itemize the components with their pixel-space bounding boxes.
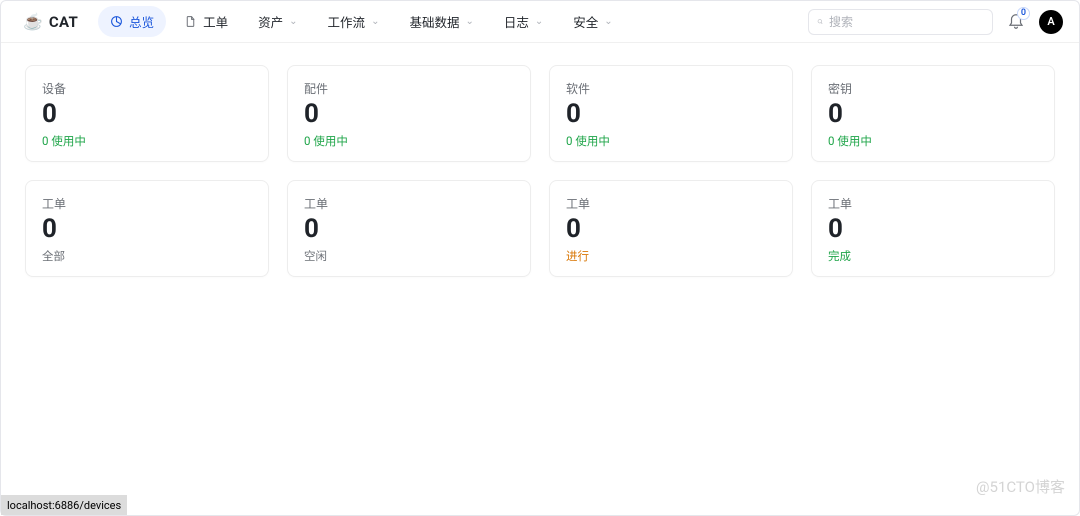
stat-card[interactable]: 密钥 0 0 使用中 <box>811 65 1055 162</box>
card-subtext: 0 使用中 <box>828 133 1038 149</box>
coffee-icon: ☕ <box>23 12 43 31</box>
nav-item-label: 安全 <box>573 12 598 31</box>
card-subtext: 0 使用中 <box>42 133 252 149</box>
notifications-button[interactable]: 0 <box>1007 11 1025 33</box>
nav-item-2[interactable]: 资产 ⌄ <box>246 6 309 37</box>
watermark: @51CTO博客 <box>976 476 1065 497</box>
chevron-down-icon: ⌄ <box>371 16 379 27</box>
card-subtext: 0 使用中 <box>566 133 776 149</box>
card-value: 0 <box>304 214 514 244</box>
card-value: 0 <box>828 99 1038 129</box>
nav-item-label: 基础数据 <box>409 12 459 31</box>
notifications-count: 0 <box>1017 7 1030 20</box>
nav-item-4[interactable]: 基础数据 ⌄ <box>397 6 485 37</box>
chevron-down-icon: ⌄ <box>465 16 473 27</box>
card-subtext: 进行 <box>566 248 776 264</box>
stat-card[interactable]: 工单 0 空闲 <box>287 180 531 277</box>
stat-card[interactable]: 工单 0 进行 <box>549 180 793 277</box>
card-subtext: 空闲 <box>304 248 514 264</box>
header-right: 0 A <box>808 9 1063 35</box>
card-title: 工单 <box>42 195 252 212</box>
logo-text: CAT <box>49 13 78 31</box>
stat-card[interactable]: 设备 0 0 使用中 <box>25 65 269 162</box>
card-subtext: 0 使用中 <box>304 133 514 149</box>
card-title: 工单 <box>304 195 514 212</box>
card-value: 0 <box>304 99 514 129</box>
search-input[interactable] <box>829 15 984 29</box>
nav-item-6[interactable]: 安全 ⌄ <box>561 6 624 37</box>
nav-item-label: 工作流 <box>328 12 366 31</box>
nav-item-1[interactable]: 工单 <box>172 6 240 37</box>
stat-card[interactable]: 工单 0 全部 <box>25 180 269 277</box>
card-title: 密钥 <box>828 80 1038 97</box>
card-subtext: 完成 <box>828 248 1038 264</box>
stat-card[interactable]: 配件 0 0 使用中 <box>287 65 531 162</box>
card-title: 工单 <box>566 195 776 212</box>
chevron-down-icon: ⌄ <box>604 16 612 27</box>
chevron-down-icon: ⌄ <box>535 16 543 27</box>
chevron-down-icon: ⌄ <box>289 16 297 27</box>
card-value: 0 <box>42 99 252 129</box>
card-title: 设备 <box>42 80 252 97</box>
nav-item-0[interactable]: 总览 <box>98 6 166 37</box>
pie-icon <box>110 15 123 28</box>
search-box[interactable] <box>808 9 993 35</box>
card-value: 0 <box>566 214 776 244</box>
logo[interactable]: ☕ CAT <box>23 12 78 31</box>
stat-card[interactable]: 工单 0 完成 <box>811 180 1055 277</box>
main-nav: 总览 工单 资产 ⌄ 工作流 ⌄ 基础数据 ⌄ 日志 ⌄ 安全 ⌄ <box>98 6 625 37</box>
nav-item-5[interactable]: 日志 ⌄ <box>492 6 555 37</box>
card-value: 0 <box>42 214 252 244</box>
card-value: 0 <box>566 99 776 129</box>
card-title: 软件 <box>566 80 776 97</box>
nav-item-label: 资产 <box>258 12 283 31</box>
search-icon <box>817 15 823 28</box>
nav-item-label: 总览 <box>129 12 154 31</box>
nav-item-3[interactable]: 工作流 ⌄ <box>316 6 392 37</box>
file-icon <box>184 15 197 28</box>
card-subtext: 全部 <box>42 248 252 264</box>
nav-item-label: 日志 <box>504 12 529 31</box>
header: ☕ CAT 总览 工单 资产 ⌄ 工作流 ⌄ 基础数据 ⌄ 日志 ⌄ 安全 ⌄ 0 A <box>1 1 1079 43</box>
stat-card[interactable]: 软件 0 0 使用中 <box>549 65 793 162</box>
status-bar: localhost:6886/devices <box>1 495 127 515</box>
status-url: localhost:6886/devices <box>7 499 121 512</box>
card-title: 配件 <box>304 80 514 97</box>
card-value: 0 <box>828 214 1038 244</box>
avatar[interactable]: A <box>1039 10 1063 34</box>
dashboard-cards: 设备 0 0 使用中 配件 0 0 使用中 软件 0 0 使用中 密钥 0 0 使用中工单 0 全部 工单 0… <box>1 43 1079 299</box>
nav-item-label: 工单 <box>203 12 228 31</box>
card-title: 工单 <box>828 195 1038 212</box>
